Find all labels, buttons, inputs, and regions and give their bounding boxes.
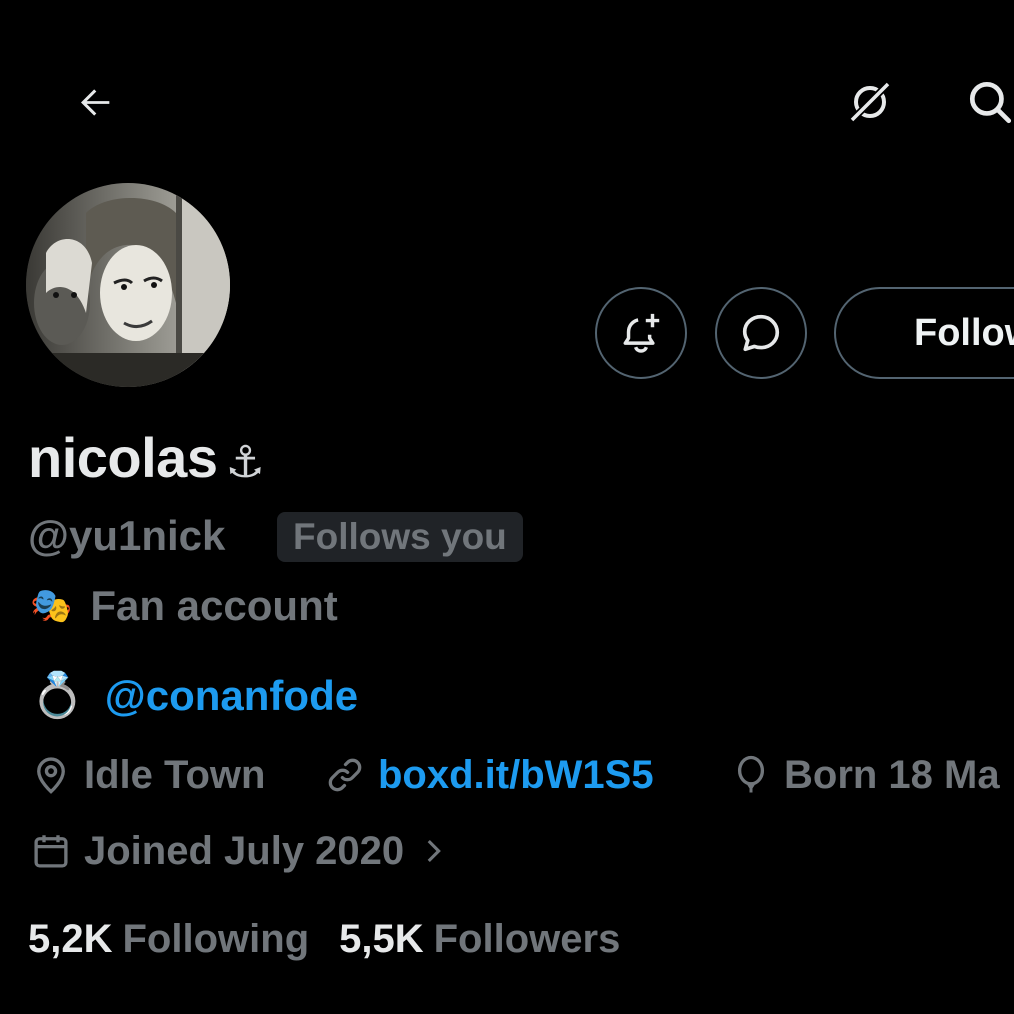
following-stat[interactable]: 5,2K Following (28, 914, 309, 964)
birthday-item: Born 18 Ma (730, 750, 1000, 800)
follows-you-badge: Follows you (277, 512, 523, 562)
notify-button[interactable] (595, 287, 687, 379)
birthday-text: Born 18 Ma (784, 753, 1000, 797)
following-count: 5,2K (28, 917, 113, 961)
follow-stats: 5,2K Following 5,5K Followers (28, 914, 620, 964)
ring-icon: 💍 (30, 671, 85, 720)
display-name: nicolas ⚓ (28, 423, 265, 498)
website-item[interactable]: boxd.it/bW1S5 (324, 750, 654, 800)
search-button[interactable] (952, 64, 1014, 140)
followers-count: 5,5K (339, 917, 424, 961)
grok-button[interactable] (832, 64, 908, 140)
profile-page: Follow nicolas⚓ @yu1nick Follows you 🎭 F… (0, 0, 1014, 1014)
bio: 💍 @conanfode (30, 668, 358, 724)
display-name-text: nicolas (28, 426, 218, 489)
chevron-right-icon (427, 839, 442, 863)
link-icon (328, 758, 362, 792)
joined-item[interactable]: Joined July 2020 (30, 826, 462, 876)
followers-label: Followers (433, 917, 621, 961)
anchor-icon: ⚓ (225, 438, 265, 487)
chat-bubble-icon (742, 314, 780, 352)
bell-plus-icon (623, 313, 660, 353)
calendar-icon (34, 835, 68, 868)
theater-masks-icon: 🎭 (30, 587, 73, 625)
location-text: Idle Town (84, 753, 266, 797)
location-item: Idle Town (30, 750, 265, 800)
search-icon (969, 81, 1012, 124)
follow-button[interactable]: Follow (834, 287, 1014, 379)
bio-mention-link[interactable]: @conanfode (105, 668, 358, 724)
account-label-text: Fan account (90, 582, 338, 629)
website-link[interactable]: boxd.it/bW1S5 (378, 750, 654, 800)
handle: @yu1nick (28, 512, 226, 559)
balloon-icon (737, 755, 765, 793)
following-label: Following (122, 917, 310, 961)
avatar[interactable] (26, 183, 230, 387)
message-button[interactable] (715, 287, 807, 379)
account-label[interactable]: 🎭 Fan account (30, 580, 338, 632)
map-pin-icon (37, 757, 65, 794)
back-button[interactable] (58, 64, 134, 140)
follow-button-label: Follow (914, 311, 1014, 354)
followers-stat[interactable]: 5,5K Followers (339, 914, 620, 964)
arrow-left-icon (81, 89, 110, 116)
joined-text: Joined July 2020 (84, 829, 405, 873)
avatar-photo (26, 183, 230, 387)
grok-icon (849, 81, 891, 123)
